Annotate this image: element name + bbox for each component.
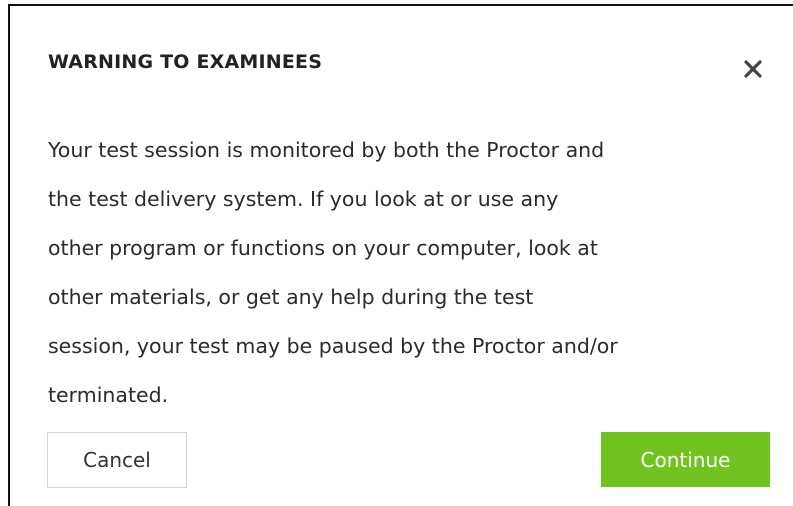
close-button[interactable] — [740, 56, 766, 82]
continue-button[interactable]: Continue — [601, 432, 770, 487]
message-line: session, your test may be paused by the … — [48, 334, 618, 358]
warning-dialog: WARNING TO EXAMINEES Your test session i… — [8, 4, 793, 506]
close-icon[interactable] — [743, 59, 763, 79]
message-line: other program or functions on your compu… — [48, 236, 598, 260]
warning-message: Your test session is monitored by both t… — [48, 126, 783, 420]
message-line: terminated. — [48, 383, 169, 407]
message-line: Your test session is monitored by both t… — [48, 138, 605, 162]
message-line: the test delivery system. If you look at… — [48, 187, 559, 211]
cancel-button[interactable]: Cancel — [47, 432, 187, 488]
message-line: other materials, or get any help during … — [48, 285, 534, 309]
dialog-title: WARNING TO EXAMINEES — [48, 51, 323, 73]
